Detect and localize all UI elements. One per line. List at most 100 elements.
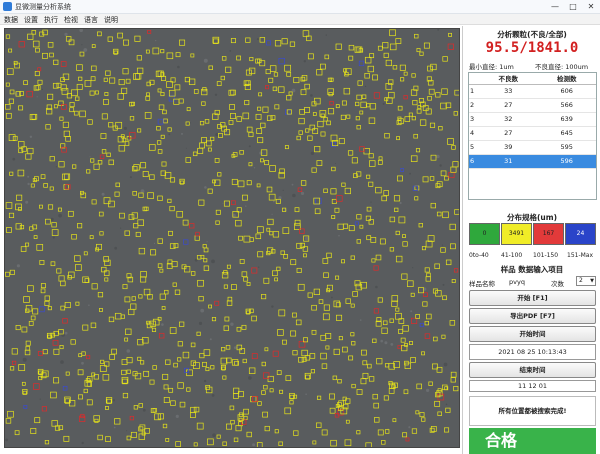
legend-range-blue: 151-Max	[567, 252, 594, 259]
particle-marker	[99, 231, 104, 236]
legend-swatch-blue: 24	[565, 223, 596, 245]
particle-marker	[21, 381, 26, 386]
particle-marker	[302, 30, 310, 37]
particle-marker	[235, 219, 242, 227]
particle-marker	[214, 300, 220, 306]
particle-marker	[396, 136, 400, 141]
particle-marker	[429, 176, 435, 181]
particle-marker	[156, 126, 161, 131]
maximize-button[interactable]: □	[564, 1, 582, 12]
particle-marker	[416, 48, 421, 53]
particle-marker	[223, 284, 228, 289]
particle-marker	[320, 131, 326, 137]
table-row[interactable]: 4 27 645	[469, 126, 596, 141]
particle-marker	[63, 173, 71, 180]
row-reject: 31	[479, 154, 538, 169]
particle-marker	[236, 55, 241, 61]
particle-marker	[90, 158, 95, 163]
legend-title: 分布规格(um)	[506, 213, 557, 222]
image-texture-dot	[436, 154, 440, 159]
particle-marker	[403, 71, 408, 76]
image-texture-dot	[140, 189, 145, 194]
particle-marker	[269, 165, 276, 172]
particle-marker	[5, 271, 10, 277]
image-texture-dot	[338, 234, 340, 237]
table-row-selected[interactable]: 6 31 596	[469, 154, 596, 169]
particle-marker	[47, 42, 54, 48]
particle-marker	[298, 130, 303, 135]
particle-marker	[160, 92, 165, 97]
particle-marker	[422, 105, 429, 111]
particle-marker	[444, 175, 449, 181]
table-row[interactable]: 3 32 639	[469, 112, 596, 127]
minimize-button[interactable]: —	[546, 1, 564, 12]
particle-marker	[126, 369, 131, 374]
particle-marker	[245, 69, 252, 76]
particle-marker	[63, 130, 70, 137]
particle-marker	[395, 38, 402, 44]
particle-marker	[124, 296, 131, 303]
menu-item-data[interactable]: 数据	[4, 15, 18, 25]
particle-marker	[90, 322, 97, 329]
table-row[interactable]: 1 33 606	[469, 84, 596, 99]
menu-item-view[interactable]: 检视	[64, 15, 78, 25]
count-select[interactable]: 2 ▼	[576, 276, 596, 286]
particle-marker	[156, 140, 162, 145]
particle-marker	[109, 77, 116, 84]
table-row[interactable]: 5 39 595	[469, 140, 596, 155]
particle-marker	[102, 374, 110, 381]
particle-marker	[419, 322, 424, 328]
particle-marker	[426, 272, 431, 278]
row-detected: 595	[537, 140, 596, 155]
particle-marker	[19, 224, 25, 230]
close-button[interactable]: ✕	[582, 1, 600, 12]
particle-marker	[330, 439, 337, 447]
image-texture-dot	[79, 29, 83, 32]
particle-marker	[6, 68, 14, 75]
particle-marker	[103, 77, 108, 82]
particle-marker	[35, 47, 40, 53]
particle-marker	[376, 358, 383, 365]
export-pdf-button[interactable]: 导出PDF [F7]	[469, 308, 596, 324]
particle-marker	[190, 53, 195, 58]
menu-bar: 数据 设置 执行 检视 语言 说明	[0, 14, 600, 25]
particle-marker	[202, 244, 207, 249]
particle-marker	[236, 116, 242, 122]
particle-marker	[208, 65, 213, 70]
start-button[interactable]: 开始 [F1]	[469, 290, 596, 306]
particle-marker	[91, 65, 97, 72]
particle-marker	[140, 271, 147, 278]
particle-marker	[118, 145, 126, 152]
image-texture-dot	[181, 132, 183, 135]
particle-marker	[132, 191, 137, 196]
particle-marker	[203, 247, 209, 253]
particle-marker	[178, 98, 184, 104]
particle-marker	[294, 219, 301, 226]
particle-marker	[226, 423, 232, 430]
menu-item-help[interactable]: 说明	[104, 15, 118, 25]
image-texture-dot	[256, 38, 259, 41]
particle-marker	[195, 231, 200, 237]
particle-marker	[320, 113, 325, 118]
particle-marker	[401, 273, 408, 280]
particle-marker	[304, 107, 310, 113]
microscope-image-viewer[interactable]	[4, 28, 460, 448]
menu-item-run[interactable]: 执行	[44, 15, 58, 25]
menu-item-settings[interactable]: 设置	[24, 15, 38, 25]
menu-item-language[interactable]: 语言	[84, 15, 98, 25]
particle-marker	[216, 81, 222, 86]
particle-marker	[426, 313, 432, 320]
particle-marker	[394, 207, 399, 212]
particle-marker	[366, 206, 372, 212]
particle-marker	[217, 172, 222, 177]
image-texture-dot	[291, 183, 294, 186]
particle-marker	[391, 300, 398, 307]
particle-count-display: 95.5/1841.0	[485, 40, 579, 56]
particle-marker	[203, 265, 210, 271]
particle-marker	[369, 103, 377, 110]
particle-marker	[122, 68, 129, 75]
particle-marker	[435, 92, 441, 98]
table-row[interactable]: 2 27 566	[469, 98, 596, 113]
sample-name-value[interactable]: pvyq	[509, 278, 525, 286]
particle-marker	[450, 371, 457, 378]
